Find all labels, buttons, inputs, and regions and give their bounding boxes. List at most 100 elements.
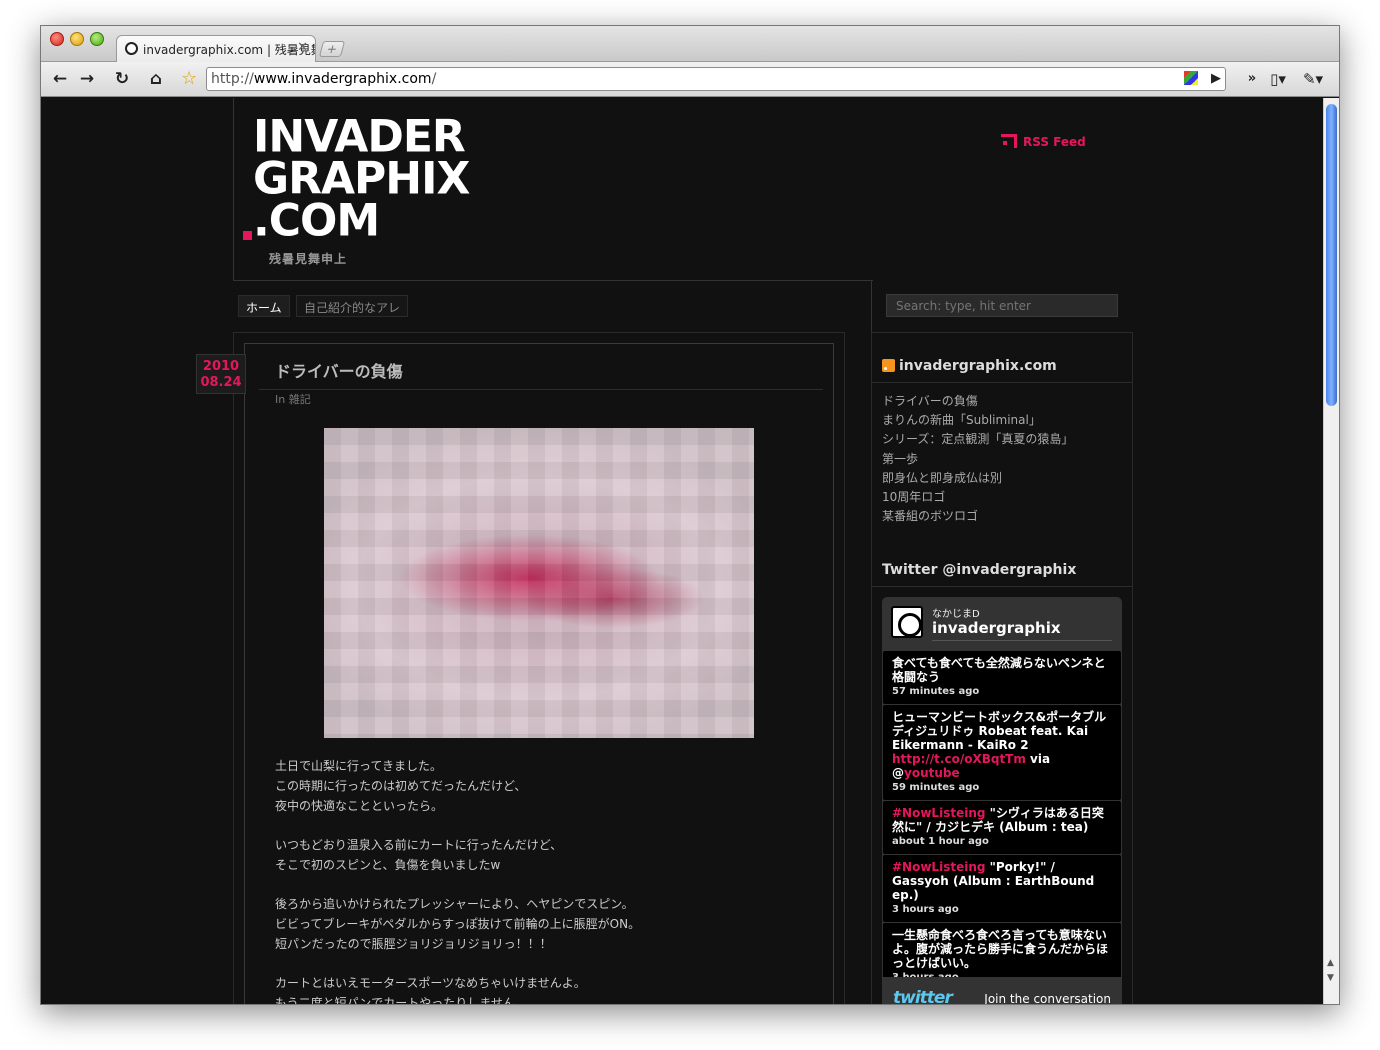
feed-widget-label: invadergraphix.com bbox=[899, 358, 1057, 374]
post-line: 短パンだったので脹脛ジョリジョリジョリっ！！！ bbox=[275, 937, 552, 951]
recent-post-link[interactable]: まりんの新曲「Subliminal」 bbox=[882, 411, 1073, 430]
tweet-mention[interactable]: youtube bbox=[904, 766, 960, 780]
tweet-item: 食べても食べても全然減らないペンネと格闘なう 57 minutes ago bbox=[883, 651, 1121, 704]
browser-toolbar: ← → ↻ ⌂ ☆ http://www.invadergraphix.com/… bbox=[41, 62, 1339, 97]
site-favicon-icon bbox=[125, 42, 138, 55]
url-path: / bbox=[431, 71, 437, 87]
recent-post-link[interactable]: ドライバーの負傷 bbox=[882, 392, 1073, 411]
scrollbar-thumb[interactable] bbox=[1326, 104, 1337, 406]
post-line: カートとはいえモータースポーツなめちゃいけませんよ。 bbox=[275, 976, 586, 990]
play-extension-icon[interactable]: ▶ bbox=[1204, 68, 1228, 90]
reload-icon[interactable]: ↻ bbox=[110, 68, 134, 90]
recent-post-link[interactable]: 10周年ロゴ bbox=[882, 488, 1073, 507]
post-date-year: 2010 bbox=[202, 359, 240, 374]
sidebar-divider bbox=[872, 382, 1132, 383]
twitter-header-divider bbox=[932, 640, 1112, 641]
twitter-avatar[interactable] bbox=[891, 606, 923, 638]
post-body: 土日で山梨に行ってきました。 この時期に行ったのは初めてだったんだけど、 夜中の… bbox=[275, 756, 815, 1005]
new-tab-button[interactable]: + bbox=[318, 41, 346, 57]
rss-feed-link[interactable]: RSS Feed bbox=[1001, 134, 1086, 149]
forward-arrow-icon[interactable]: → bbox=[75, 68, 99, 90]
tweet-item: #NowListeing "シヴィラはある日突然に" / カジヒデキ (Albu… bbox=[883, 801, 1121, 854]
tweet-text: 一生懸命食べろ食べろ言っても意味ないよ。腹が減ったら勝手に食うんだからほっとけば… bbox=[892, 928, 1109, 970]
tweet-list: 食べても食べても全然減らないペンネと格闘なう 57 minutes ago ヒュ… bbox=[882, 651, 1122, 991]
header-border bbox=[233, 98, 234, 280]
page-viewport: INVADER GRAPHIX .COM 残暑見舞申上 RSS Feed ホーム… bbox=[41, 98, 1325, 1005]
page-feed-icon[interactable] bbox=[1184, 71, 1198, 85]
post-title[interactable]: ドライバーの負傷 bbox=[275, 358, 403, 382]
scroll-down-arrow-icon[interactable]: ▼ bbox=[1327, 973, 1334, 983]
post-line: そこで初のスピンと、負傷を負いましたw bbox=[275, 858, 501, 872]
header-border bbox=[233, 280, 873, 281]
post-line: ビビってブレーキがペダルからすっぽ抜けて前輪の上に脹脛がON。 bbox=[275, 917, 641, 931]
logo-line-3: .COM bbox=[253, 194, 380, 247]
zoom-window-button[interactable] bbox=[90, 32, 104, 46]
header-border bbox=[871, 280, 872, 332]
tweet-hashtag[interactable]: #NowListeing bbox=[892, 860, 985, 874]
rss-icon bbox=[1001, 134, 1017, 148]
nav-about[interactable]: 自己紹介的なアレ bbox=[296, 295, 409, 317]
twitter-display-name: なかじまD bbox=[932, 609, 980, 620]
site-tagline: 残暑見舞申上 bbox=[269, 252, 348, 266]
post-image bbox=[324, 428, 754, 738]
tab-title: invadergraphix.com | 残暑見舞申上 bbox=[143, 43, 315, 57]
twitter-logo[interactable]: twitter bbox=[893, 988, 953, 1004]
twitter-widget: なかじまD invadergraphix 食べても食べても全然減らないペンネと格… bbox=[882, 597, 1122, 1004]
recent-post-link[interactable]: 即身仏と即身成仏は別 bbox=[882, 469, 1073, 488]
minimize-window-button[interactable] bbox=[70, 32, 84, 46]
wrench-menu-icon[interactable]: ✎▾ bbox=[1301, 68, 1325, 90]
tweet-time[interactable]: 57 minutes ago bbox=[892, 685, 1112, 699]
join-conversation-link[interactable]: Join the conversation bbox=[984, 992, 1111, 1004]
page-menu-icon[interactable]: ▯▾ bbox=[1266, 68, 1290, 90]
post-line: 後ろから追いかけられたプレッシャーにより、ヘヤピンでスピン。 bbox=[275, 897, 634, 911]
search-input[interactable] bbox=[886, 294, 1118, 317]
post-line: もう二度と短パンでカートやったりしません。。。 bbox=[275, 996, 539, 1005]
twitter-footer: twitter Join the conversation bbox=[882, 977, 1122, 1004]
twitter-handle[interactable]: invadergraphix bbox=[932, 619, 1061, 637]
tweet-text: ヒューマンビートボックス&ポータブルディジュリドゥ Robeat feat. K… bbox=[892, 710, 1107, 752]
vertical-scrollbar[interactable]: ▲ ▼ bbox=[1323, 98, 1339, 1004]
post-paragraph: 後ろから追いかけられたプレッシャーにより、ヘヤピンでスピン。 ビビってブレーキが… bbox=[275, 894, 815, 954]
post-line: いつもどおり温泉入る前にカートに行ったんだけど、 bbox=[275, 838, 563, 852]
tweet-time[interactable]: 59 minutes ago bbox=[892, 781, 1112, 795]
twitter-widget-title: Twitter @invadergraphix bbox=[882, 562, 1077, 578]
recent-post-link[interactable]: 第一歩 bbox=[882, 450, 1073, 469]
home-icon[interactable]: ⌂ bbox=[144, 68, 168, 90]
url-scheme: http:// bbox=[211, 71, 254, 87]
scroll-up-arrow-icon[interactable]: ▲ bbox=[1327, 958, 1334, 968]
tweet-item: #NowListeing "Porky!" / Gassyoh (Album :… bbox=[883, 855, 1121, 922]
post-line: 夜中の快適なことといったら。 bbox=[275, 799, 444, 813]
tweet-hashtag[interactable]: #NowListeing bbox=[892, 806, 985, 820]
feed-widget-title[interactable]: invadergraphix.com bbox=[882, 358, 1057, 374]
tab-close-icon[interactable]: ✕ bbox=[297, 40, 308, 55]
address-bar[interactable]: http://www.invadergraphix.com/ bbox=[206, 67, 1226, 91]
recent-post-link[interactable]: 某番組のボツロゴ bbox=[882, 507, 1073, 526]
recent-posts-list: ドライバーの負傷 まりんの新曲「Subliminal」 シリーズ：定点観測「真夏… bbox=[882, 392, 1073, 526]
back-arrow-icon[interactable]: ← bbox=[48, 68, 72, 90]
logo-accent-dot bbox=[243, 231, 252, 240]
site-logo[interactable]: INVADER GRAPHIX .COM bbox=[243, 114, 543, 247]
feed-icon bbox=[882, 359, 895, 372]
tweet-time[interactable]: 3 hours ago bbox=[892, 903, 1112, 917]
post-date-badge: 2010 08.24 bbox=[196, 354, 246, 394]
post-line: 土日で山梨に行ってきました。 bbox=[275, 759, 443, 773]
url-host: www.invadergraphix.com bbox=[253, 71, 432, 87]
tweet-item: ヒューマンビートボックス&ポータブルディジュリドゥ Robeat feat. K… bbox=[883, 705, 1121, 800]
tab-active[interactable]: invadergraphix.com | 残暑見舞申上 ✕ bbox=[116, 35, 316, 63]
recent-post-link[interactable]: シリーズ：定点観測「真夏の猿島」 bbox=[882, 430, 1073, 449]
post-paragraph: 土日で山梨に行ってきました。 この時期に行ったのは初めてだったんだけど、 夜中の… bbox=[275, 756, 815, 816]
sidebar-divider bbox=[872, 586, 1132, 587]
bookmark-star-icon[interactable]: ☆ bbox=[181, 68, 197, 89]
nav-home[interactable]: ホーム bbox=[238, 295, 290, 317]
post-category[interactable]: In 雑記 bbox=[275, 391, 311, 407]
browser-window: invadergraphix.com | 残暑見舞申上 ✕ + ← → ↻ ⌂ … bbox=[40, 25, 1340, 1005]
tweet-text: 食べても食べても全然減らないペンネと格闘なう bbox=[892, 656, 1106, 684]
close-window-button[interactable] bbox=[50, 32, 64, 46]
tweet-time[interactable]: about 1 hour ago bbox=[892, 835, 1112, 849]
post-paragraph: いつもどおり温泉入る前にカートに行ったんだけど、 そこで初のスピンと、負傷を負い… bbox=[275, 835, 815, 875]
tweet-link[interactable]: http://t.co/oXBqtTm bbox=[892, 752, 1026, 766]
overflow-chevron-icon[interactable]: » bbox=[1240, 68, 1264, 90]
post-date-day: 08.24 bbox=[200, 375, 242, 390]
post-paragraph: カートとはいえモータースポーツなめちゃいけませんよ。 もう二度と短パンでカートや… bbox=[275, 973, 815, 1005]
post-line: この時期に行ったのは初めてだったんだけど、 bbox=[275, 779, 527, 793]
